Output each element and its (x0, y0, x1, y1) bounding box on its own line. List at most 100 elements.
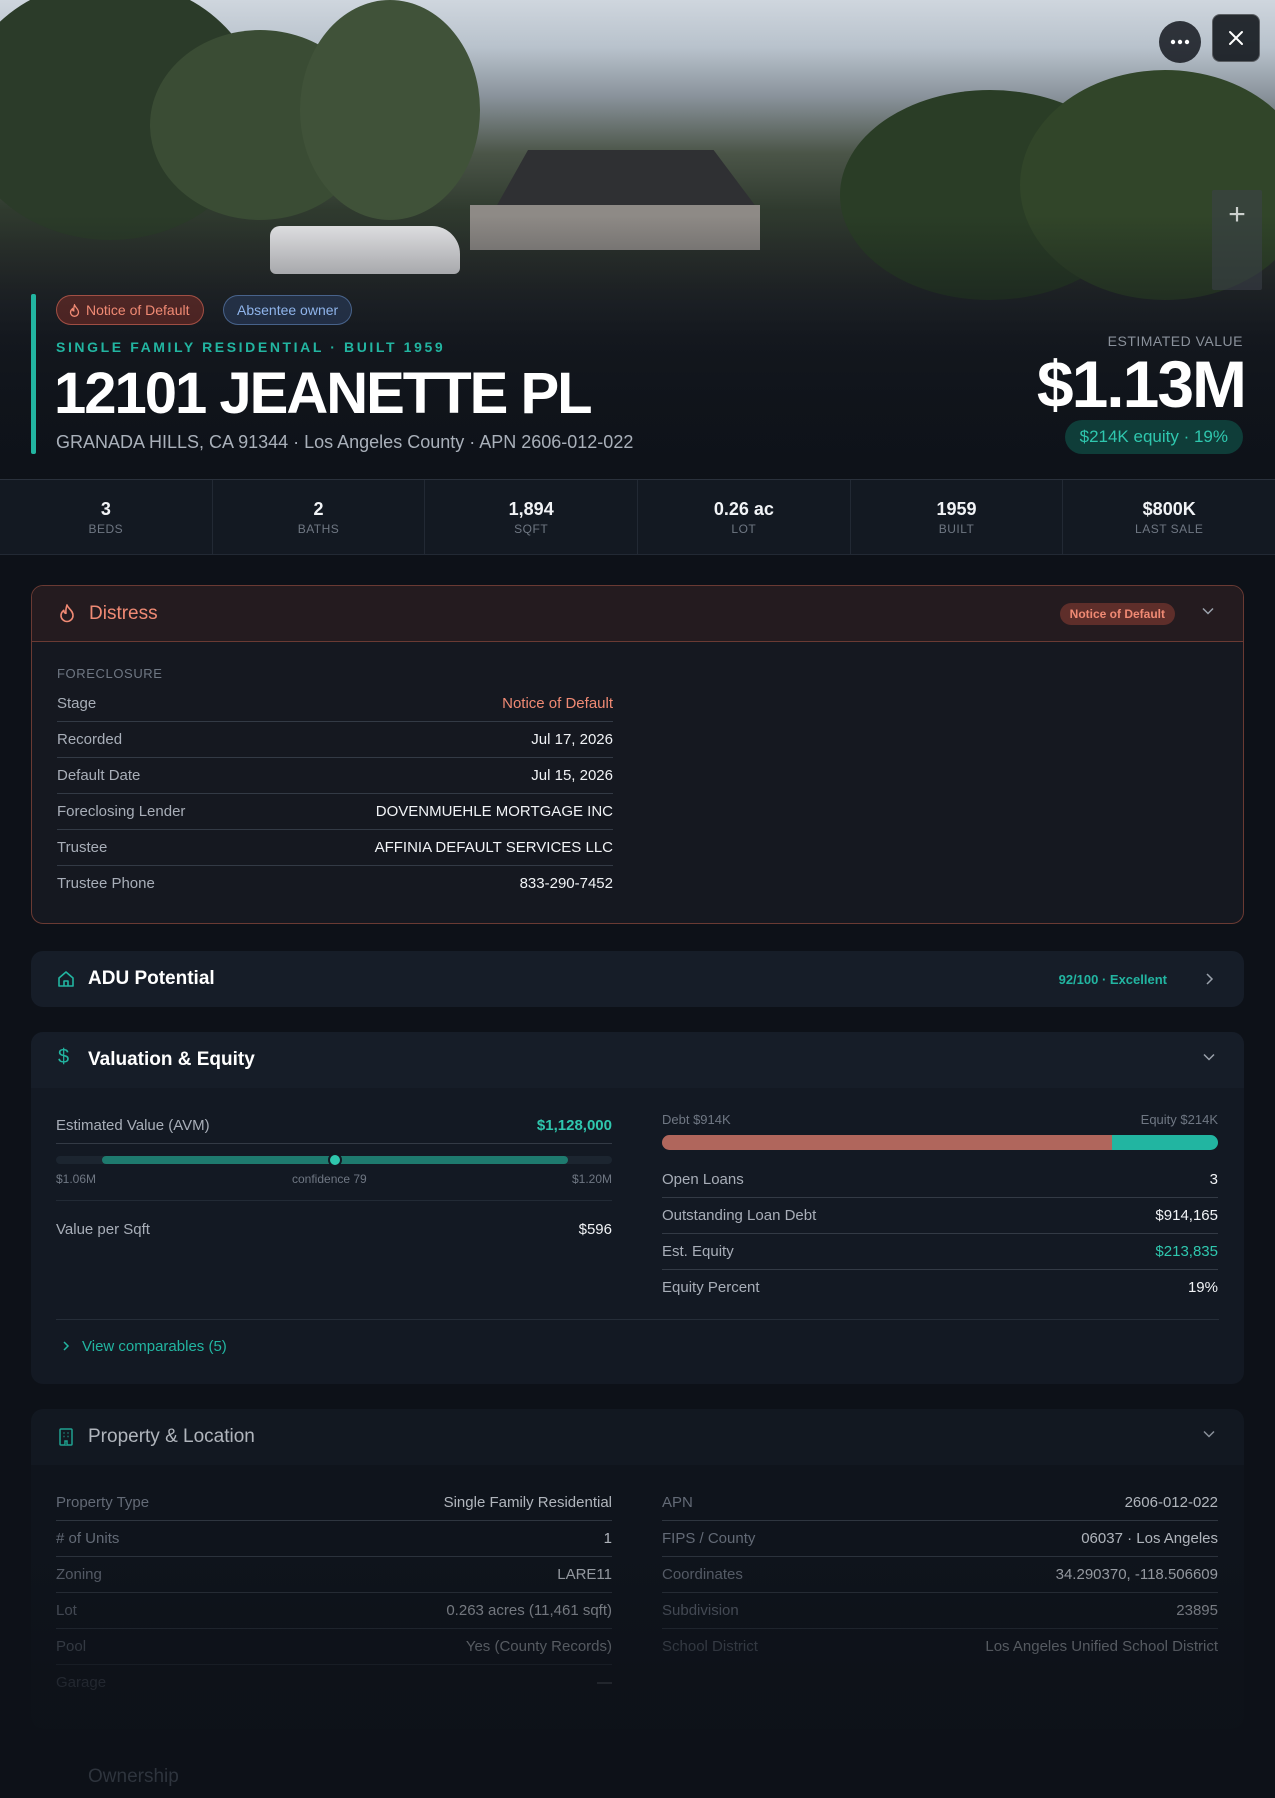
valuation-equity-card: $ Valuation & Equity Estimated Value (AV… (31, 1032, 1244, 1384)
avm-range-bar (56, 1153, 612, 1167)
row-value: Notice of Default (502, 695, 613, 712)
estimated-value: $1.13M (1036, 347, 1247, 421)
stat-beds: 3 BEDS (0, 480, 213, 554)
row-key: Lot (56, 1602, 77, 1619)
flame-icon (69, 303, 80, 317)
owner-badge: Absentee owner (223, 295, 353, 325)
building-icon (59, 1428, 73, 1446)
divider (56, 1200, 612, 1201)
row-key: Foreclosing Lender (57, 803, 186, 820)
stat-label: LOT (731, 522, 757, 536)
chevron-down-icon[interactable] (1202, 1427, 1216, 1441)
range-high: $1.20M (571, 1172, 612, 1186)
row-key: APN (662, 1494, 693, 1511)
foreclosure-row: Stage Notice of Default (57, 686, 613, 722)
comparables-label: View comparables (5) (82, 1338, 227, 1355)
stat-label: BUILT (938, 522, 975, 536)
stat-value: 1959 (936, 499, 977, 519)
stat-label: BATHS (297, 522, 340, 536)
value-per-sqft-row: Value per Sqft $596 (56, 1212, 612, 1248)
row-value: 06037 · Los Angeles (1081, 1530, 1218, 1547)
valuation-title: Valuation & Equity (88, 1049, 255, 1070)
property-location-card: Property & Location Property Type Single … (31, 1409, 1244, 1729)
row-key: Value per Sqft (56, 1221, 150, 1238)
row-value: 0.263 acres (11,461 sqft) (446, 1602, 612, 1619)
stat-sqft: 1,894 SQFT (425, 480, 639, 554)
more-options-button[interactable] (1159, 21, 1201, 63)
property-row: # of Units 1 (56, 1521, 612, 1557)
property-row: Lot 0.263 acres (11,461 sqft) (56, 1593, 612, 1629)
property-row: Property Type Single Family Residential (56, 1485, 612, 1521)
distress-badge: Notice of Default (56, 295, 204, 325)
avm-value: $1,128,000 (536, 1117, 612, 1134)
stat-value: $800K (1142, 499, 1196, 519)
stat-value: 0.26 ac (713, 499, 774, 519)
location-row: FIPS / County 06037 · Los Angeles (662, 1521, 1218, 1557)
distress-header[interactable]: Distress Notice of Default (32, 586, 1243, 642)
close-button[interactable] (1212, 14, 1260, 62)
stat-baths: 2 BATHS (213, 480, 426, 554)
ownership-section-title[interactable]: Ownership (88, 1766, 179, 1788)
distress-card: Distress Notice of Default FORECLOSURE S… (31, 585, 1244, 924)
location-row: APN 2606-012-022 (662, 1485, 1218, 1521)
row-value: DOVENMUEHLE MORTGAGE INC (375, 803, 613, 820)
property-row: Garage — (56, 1665, 612, 1701)
foreclosure-row: Recorded Jul 17, 2026 (57, 722, 613, 758)
foreclosure-row: Trustee Phone 833-290-7452 (57, 866, 613, 902)
foreclosure-row: Default Date Jul 15, 2026 (57, 758, 613, 794)
row-key: Pool (56, 1638, 87, 1655)
accent-bar (31, 294, 36, 454)
row-value: 19% (1187, 1279, 1218, 1296)
dollar-icon: $ (58, 1046, 70, 1068)
loan-row: Est. Equity $213,835 (662, 1234, 1218, 1270)
property-header[interactable]: Property & Location (31, 1409, 1244, 1465)
row-key: Default Date (57, 767, 141, 784)
avm-row: Estimated Value (AVM) $1,128,000 (56, 1108, 612, 1144)
zoom-in-icon[interactable]: + (1212, 190, 1262, 240)
row-key: Garage (56, 1674, 107, 1691)
row-key: Open Loans (662, 1171, 744, 1188)
property-title: Property & Location (88, 1426, 255, 1447)
stat-label: LAST SALE (1135, 522, 1204, 536)
ellipsis-icon (1170, 39, 1190, 45)
location-row: Subdivision 23895 (662, 1593, 1218, 1629)
confidence-label: confidence 79 (292, 1172, 367, 1186)
flame-icon (60, 604, 74, 623)
stat-last-sale: $800K LAST SALE (1063, 480, 1275, 554)
row-key: Trustee (57, 839, 108, 856)
location-row: Coordinates 34.290370, -118.506609 (662, 1557, 1218, 1593)
stat-value: 2 (313, 499, 324, 519)
chevron-right-icon[interactable] (1202, 972, 1216, 986)
row-key: Trustee Phone (57, 875, 155, 892)
valuation-header[interactable]: $ Valuation & Equity (31, 1032, 1244, 1088)
row-value: AFFINIA DEFAULT SERVICES LLC (374, 839, 613, 856)
row-value: 3 (1209, 1171, 1218, 1188)
foreclosure-row: Foreclosing Lender DOVENMUEHLE MORTGAGE I… (57, 794, 613, 830)
row-value: Yes (County Records) (465, 1638, 612, 1655)
row-key: Zoning (56, 1566, 102, 1583)
street-view-zoom-control[interactable]: + (1212, 190, 1262, 290)
stat-value: 3 (100, 499, 111, 519)
row-value: Jul 17, 2026 (531, 731, 613, 748)
distress-badge-label: Notice of Default (86, 302, 190, 318)
row-key: Recorded (57, 731, 123, 748)
foreclosure-label: FORECLOSURE (57, 666, 163, 681)
row-value: 1 (603, 1530, 612, 1547)
debt-label: Debt $914K (662, 1112, 731, 1127)
chevron-down-icon[interactable] (1201, 604, 1215, 618)
stat-lot: 0.26 ac LOT (638, 480, 851, 554)
row-key: Subdivision (662, 1602, 739, 1619)
row-value: $914,165 (1155, 1207, 1218, 1224)
row-value: Single Family Residential (443, 1494, 612, 1511)
row-key: # of Units (56, 1530, 120, 1547)
view-comparables-link[interactable]: View comparables (5) (56, 1319, 1219, 1355)
property-row: Pool Yes (County Records) (56, 1629, 612, 1665)
stats-bar: 3 BEDS 2 BATHS 1,894 SQFT 0.26 ac LOT 1959 BU… (0, 479, 1275, 555)
row-value: 2606-012-022 (1124, 1494, 1218, 1511)
subaddress: GRANADA HILLS, CA 91344 · Los Angeles Co… (56, 432, 634, 452)
chevron-down-icon[interactable] (1202, 1050, 1216, 1064)
adu-score: 92/100 · Excellent (1058, 972, 1167, 987)
adu-potential-card[interactable]: ADU Potential 92/100 · Excellent (31, 951, 1244, 1007)
page-title: 12101 JEANETTE PL (54, 361, 593, 426)
range-low: $1.06M (56, 1172, 97, 1186)
